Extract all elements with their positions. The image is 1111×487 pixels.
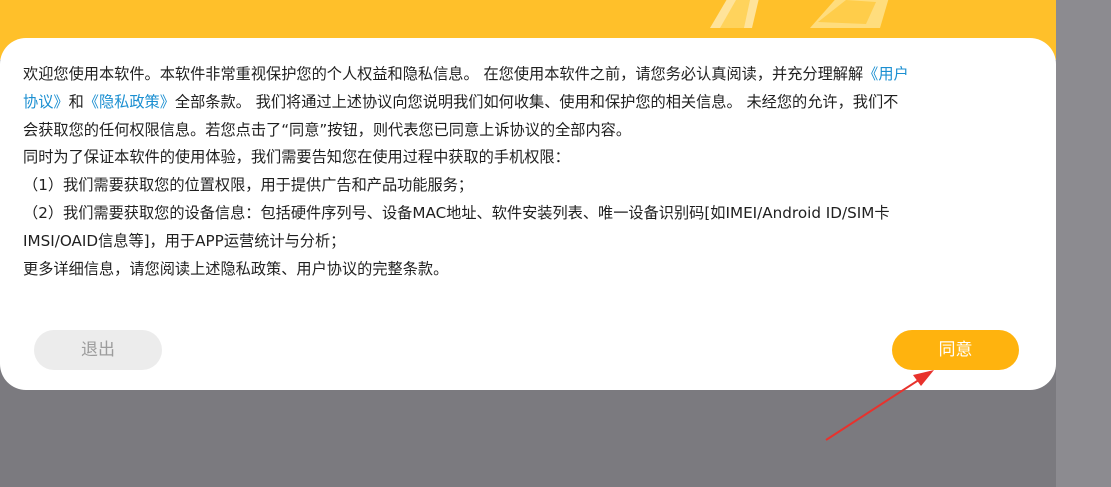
agree-button[interactable]: 同意 [892,330,1019,370]
text-line-7: IMSI/OAID信息等]，用于APP运营统计与分析； [23,231,346,250]
text-line-2: 协议》和《隐私政策》全部条款。 我们将通过上述协议向您说明我们如何收集、使用和保… [23,89,1033,117]
exit-button[interactable]: 退出 [34,330,162,370]
banner-illustration-icon [710,0,889,28]
text-line-6: （2）我们需要获取您的设备信息：包括硬件序列号、设备MAC地址、软件安装列表、唯… [23,203,890,222]
text-line-1: 欢迎您使用本软件。本软件非常重视保护您的个人权益和隐私信息。 在您使用本软件之前… [23,61,1033,89]
text-segment: 欢迎您使用本软件。本软件非常重视保护您的个人权益和隐私信息。 在您使用本软件之前… [23,65,864,83]
text-line-4: 同时为了保证本软件的使用体验，我们需要告知您在使用过程中获取的手机权限： [23,148,570,167]
privacy-consent-text: 欢迎您使用本软件。本软件非常重视保护您的个人权益和隐私信息。 在您使用本软件之前… [23,61,1033,283]
text-segment: 全部条款。 我们将通过上述协议向您说明我们如何收集、使用和保护您的相关信息。 未… [174,92,899,111]
privacy-policy-link[interactable]: 《隐私政策》 [84,93,175,111]
text-line-5: （1）我们需要获取您的位置权限，用于提供广告和产品功能服务； [23,176,474,195]
text-segment: 和 [68,92,84,111]
user-agreement-link-continued[interactable]: 协议》 [23,93,69,111]
text-line-8: 更多详细信息，请您阅读上述隐私政策、用户协议的完整条款。 [23,259,449,278]
background-strip [1056,0,1111,487]
user-agreement-link[interactable]: 《用户 [863,65,909,83]
text-line-3: 会获取您的任何权限信息。若您点击了“同意”按钮，则代表您已同意上诉协议的全部内容… [23,120,632,139]
